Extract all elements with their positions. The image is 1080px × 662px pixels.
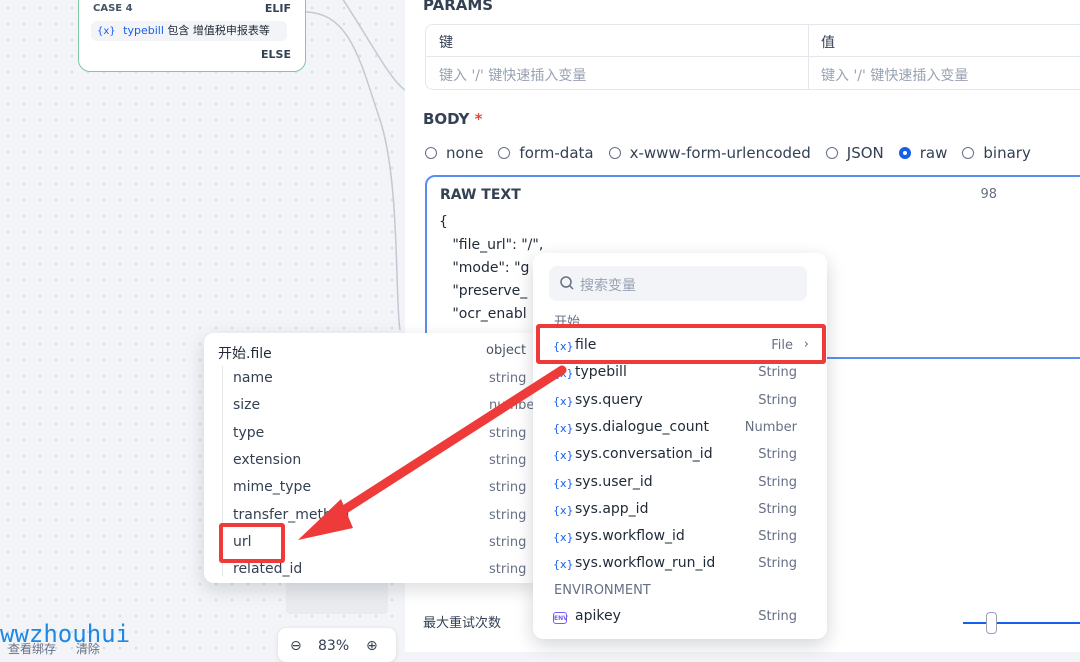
variable-icon: {x}: [553, 503, 574, 517]
retry-slider[interactable]: [963, 622, 1080, 624]
body-title: BODY *: [423, 110, 483, 128]
else-label: ELSE: [261, 48, 291, 61]
variable-icon: {x}: [553, 449, 574, 463]
file-prop-type[interactable]: type: [233, 425, 264, 441]
search-icon: [560, 276, 574, 290]
params-value-header: 值: [821, 35, 835, 51]
var-name: sys.workflow_run_id: [575, 555, 716, 572]
radio-json[interactable]: JSON: [825, 144, 884, 162]
var-type: Number: [744, 419, 797, 435]
highlight-file-box: [536, 324, 826, 364]
var-type: String: [758, 501, 797, 517]
elif-label: ELIF: [264, 2, 291, 15]
params-key-header: 键: [439, 35, 453, 51]
file-props-header-type: object: [486, 343, 527, 358]
var-type: String: [758, 392, 797, 408]
file-prop-mime-type[interactable]: mime_type: [233, 479, 311, 495]
radio-raw[interactable]: raw: [898, 144, 947, 162]
var-item-sys-dialogue-count[interactable]: {x} sys.dialogue_count Number: [553, 419, 807, 443]
var-item-sys-query[interactable]: {x} sys.query String: [553, 392, 807, 416]
var-item-sys-workflow-run-id[interactable]: {x} sys.workflow_run_id String: [553, 555, 807, 579]
file-prop-name[interactable]: name: [233, 370, 273, 386]
env-icon: ENV: [553, 612, 568, 624]
case-label: CASE 4: [93, 3, 133, 14]
group-env-label: ENVIRONMENT: [554, 583, 651, 598]
var-item-sys-user-id[interactable]: {x} sys.user_id String: [553, 474, 807, 498]
var-type: String: [758, 365, 797, 381]
variable-icon: {x}: [553, 531, 574, 545]
var-name: typebill: [575, 364, 627, 381]
search-placeholder: 搜索变量: [580, 278, 636, 294]
variable-icon: {x}: [553, 558, 574, 572]
body-type-radios: none form-data x-www-form-urlencoded JSO…: [425, 144, 1046, 162]
file-prop-type: string: [489, 425, 527, 441]
watermark: wwzhouhui: [0, 620, 131, 648]
file-prop-type: string: [489, 507, 527, 523]
var-name: sys.workflow_id: [575, 528, 685, 545]
file-prop-size[interactable]: size: [233, 397, 260, 413]
file-prop-type: string: [489, 452, 527, 468]
var-name: sys.app_id: [575, 500, 649, 517]
variable-icon: {x}: [553, 476, 574, 490]
variable-icon: {x}: [553, 367, 574, 381]
var-item-typebill[interactable]: {x} typebill String: [553, 364, 807, 388]
zoom-controls: ⊖ 83% ⊕: [278, 628, 396, 662]
file-prop-extension[interactable]: extension: [233, 452, 301, 468]
retry-label: 最大重试次数: [423, 616, 502, 631]
condition-var: typebill: [123, 24, 164, 37]
var-name: sys.query: [575, 391, 643, 408]
if-else-node[interactable]: CASE 4 ELIF {x} typebill 包含 增值税申报表等 ELSE: [78, 0, 306, 72]
params-title: PARAMS: [423, 0, 494, 14]
raw-code[interactable]: { "file_url": "/", "mode": "g "preserve_…: [439, 211, 543, 326]
var-type: String: [758, 474, 797, 490]
raw-char-count: 98: [980, 187, 997, 202]
file-prop-type: string: [489, 562, 527, 578]
file-prop-transfer-method[interactable]: transfer_method: [233, 507, 349, 523]
condition-op: 包含: [167, 24, 190, 37]
condition-value: 增值税申报表等: [192, 24, 270, 37]
radio-binary[interactable]: binary: [962, 144, 1031, 162]
radio-none[interactable]: none: [425, 144, 483, 162]
params-key-input[interactable]: 键入 '/' 键快速插入变量: [439, 65, 586, 85]
var-type: String: [758, 529, 797, 545]
var-item-sys-workflow-id[interactable]: {x} sys.workflow_id String: [553, 528, 807, 552]
highlight-url-box: [219, 523, 285, 563]
params-value-input[interactable]: 键入 '/' 键快速插入变量: [821, 65, 968, 85]
var-name: sys.dialogue_count: [575, 418, 710, 435]
var-name: sys.user_id: [575, 473, 653, 490]
var-type: String: [758, 447, 797, 463]
file-props-header: 开始.file: [218, 346, 272, 362]
var-item-sys-conversation-id[interactable]: {x} sys.conversation_id String: [553, 446, 807, 470]
var-item-sys-app-id[interactable]: {x} sys.app_id String: [553, 501, 807, 525]
variable-icon: {x}: [553, 421, 574, 435]
var-item-apikey[interactable]: ENV apikey String: [553, 608, 807, 632]
variable-icon: {x}: [97, 26, 116, 37]
raw-text-label: RAW TEXT: [440, 187, 521, 203]
file-prop-type: string: [489, 480, 527, 496]
file-prop-type: string: [489, 371, 527, 386]
radio-form-data[interactable]: form-data: [498, 144, 594, 162]
variable-dropdown: 搜索变量 开始 {x} file File › {x} typebill String {x}…: [533, 253, 827, 639]
retry-slider-thumb[interactable]: [986, 612, 997, 634]
variable-icon: {x}: [553, 394, 574, 408]
radio-urlencoded[interactable]: x-www-form-urlencoded: [608, 144, 811, 162]
file-prop-type: string: [489, 534, 527, 550]
variable-search[interactable]: 搜索变量: [549, 266, 807, 301]
condition-row[interactable]: {x} typebill 包含 增值税申报表等: [91, 21, 287, 41]
var-name: sys.conversation_id: [575, 446, 713, 463]
file-prop-related-id[interactable]: related_id: [233, 561, 302, 577]
params-table: 键 值 键入 '/' 键快速插入变量 键入 '/' 键快速插入变量: [425, 24, 1080, 90]
var-type: String: [758, 556, 797, 572]
